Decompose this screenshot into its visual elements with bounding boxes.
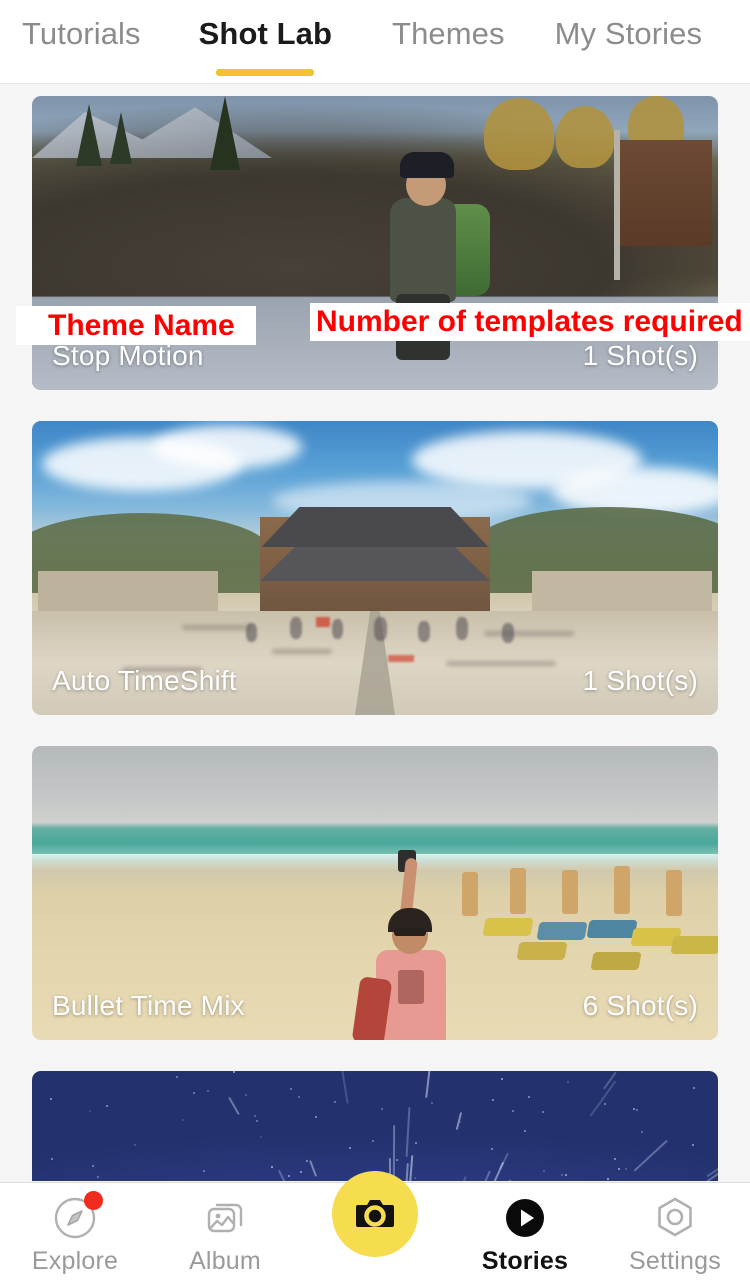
photos-icon — [198, 1191, 252, 1245]
top-tab-bar: Tutorials Shot Lab Themes My Stories — [0, 0, 750, 84]
tab-label: Tutorials — [22, 14, 141, 54]
notification-badge-dot — [84, 1191, 103, 1210]
template-card-list[interactable]: Stop Motion 1 Shot(s) Auto TimeShift 1 S… — [0, 85, 750, 1181]
hex-gear-icon — [648, 1191, 702, 1245]
nav-label: Settings — [629, 1247, 721, 1276]
tab-tutorials[interactable]: Tutorials — [22, 0, 141, 84]
card-title: Auto TimeShift — [52, 665, 237, 697]
template-card[interactable] — [32, 1071, 718, 1181]
tab-my-stories[interactable]: My Stories — [555, 0, 702, 84]
camera-icon — [352, 1191, 398, 1237]
template-card[interactable]: Bullet Time Mix 6 Shot(s) — [32, 746, 718, 1040]
nav-item-stories[interactable]: Stories — [450, 1183, 600, 1282]
compass-icon — [48, 1191, 102, 1245]
nav-item-camera[interactable] — [300, 1183, 450, 1282]
card-thumbnail-star-trails — [32, 1071, 718, 1181]
tab-label: Themes — [392, 14, 505, 54]
card-shot-count: 1 Shot(s) — [583, 665, 698, 697]
template-card[interactable]: Auto TimeShift 1 Shot(s) — [32, 421, 718, 715]
card-shot-count: 1 Shot(s) — [583, 340, 698, 372]
camera-shutter-button[interactable] — [332, 1171, 418, 1257]
nav-item-explore[interactable]: Explore — [0, 1183, 150, 1282]
template-card[interactable]: Stop Motion 1 Shot(s) — [32, 96, 718, 390]
annotation-templates-required: Number of templates required — [310, 303, 750, 341]
nav-label: Explore — [32, 1247, 118, 1276]
tab-label: Shot Lab — [199, 14, 332, 54]
bottom-nav-bar: Explore Album Stories Settings — [0, 1182, 750, 1282]
play-icon — [498, 1191, 552, 1245]
card-meta: Auto TimeShift 1 Shot(s) — [32, 653, 718, 715]
card-shot-count: 6 Shot(s) — [583, 990, 698, 1022]
tab-shot-lab[interactable]: Shot Lab — [199, 0, 332, 84]
tab-themes[interactable]: Themes — [392, 0, 505, 84]
tab-underline-active — [216, 69, 314, 76]
nav-label: Stories — [482, 1247, 568, 1276]
nav-item-settings[interactable]: Settings — [600, 1183, 750, 1282]
card-meta: Bullet Time Mix 6 Shot(s) — [32, 978, 718, 1040]
nav-item-album[interactable]: Album — [150, 1183, 300, 1282]
annotation-theme-name: Theme Name — [16, 306, 256, 345]
tab-label: My Stories — [555, 14, 702, 54]
nav-label: Album — [189, 1247, 261, 1276]
card-title: Bullet Time Mix — [52, 990, 245, 1022]
